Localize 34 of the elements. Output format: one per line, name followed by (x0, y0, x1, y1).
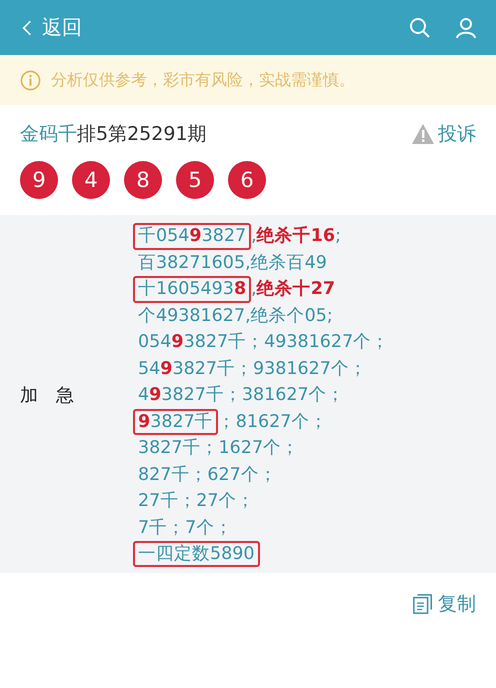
warning-icon (411, 123, 435, 145)
highlighted-text: 千05493827 (133, 223, 252, 250)
analysis-text: 个49381627,绝杀个05; (138, 304, 333, 328)
copy-icon (412, 593, 434, 615)
analysis-text: ；81627个； (218, 410, 328, 434)
user-icon[interactable] (454, 16, 478, 40)
highlighted-text: 一四定数5890 (133, 541, 260, 567)
issue-title: 排5第25291期 (77, 123, 207, 145)
report-link[interactable]: 投诉 (411, 121, 476, 147)
analysis-text: 827千；627个； (138, 464, 277, 486)
analysis-text: ,绝杀千16; (251, 225, 341, 248)
number-ball: 9 (20, 161, 58, 199)
notice-text: 分析仅供参考，彩市有风险，实战需谨慎。 (51, 70, 355, 90)
number-ball: 4 (72, 161, 110, 199)
highlighted-text: 十16054938 (133, 276, 252, 302)
info-icon (20, 70, 41, 90)
analysis-text: 05493827千；49381627个； (138, 331, 390, 354)
back-icon (22, 18, 32, 36)
analysis-text: 493827千；381627个； (138, 384, 345, 407)
analysis-text: 7千；7个； (138, 516, 232, 540)
number-ball: 8 (124, 161, 162, 199)
back-button[interactable]: 返回 (22, 14, 82, 41)
search-icon[interactable] (408, 16, 432, 40)
analysis-text: 27千；27个； (138, 490, 255, 513)
analysis-text: 百38271605,绝杀百49 (138, 252, 327, 274)
number-ball: 5 (176, 161, 214, 199)
analysis-label: 加 急 (19, 384, 75, 407)
highlighted-text: 93827千 (133, 408, 218, 435)
copy-button[interactable]: 复制 (412, 591, 476, 617)
source-name: 金码千 (20, 123, 77, 145)
analysis-text: ,绝杀十27 (251, 278, 336, 301)
analysis-text: 3827千；1627个； (138, 437, 300, 460)
number-ball: 6 (228, 161, 266, 199)
analysis-text: 5493827千；9381627个； (138, 358, 367, 380)
